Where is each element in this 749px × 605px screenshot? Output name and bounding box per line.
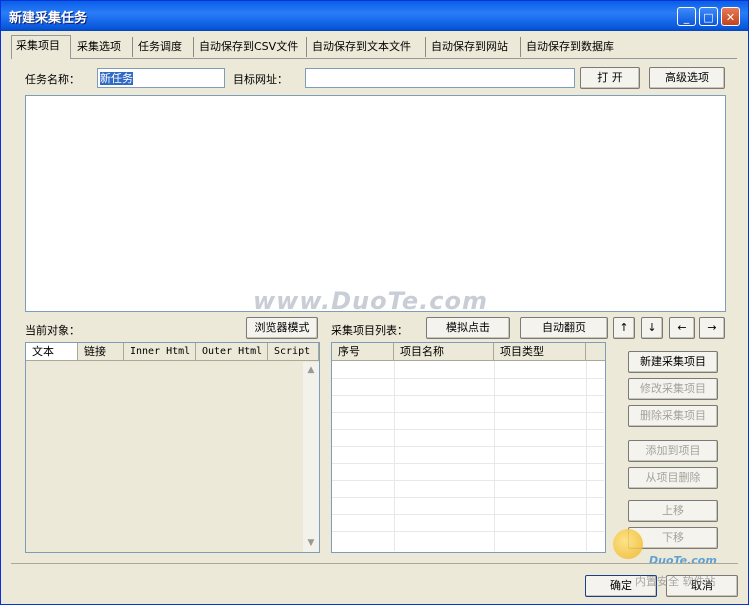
current-object-scrollbar[interactable]: ▲ ▼: [303, 362, 319, 552]
maximize-button[interactable]: □: [699, 7, 718, 26]
move-up-button[interactable]: 上移: [628, 500, 718, 522]
grid-line: [332, 514, 604, 515]
tab-divider: [11, 58, 737, 59]
column-header-script[interactable]: Script: [268, 343, 319, 361]
new-collect-item-button[interactable]: 新建采集项目: [628, 351, 718, 373]
simulate-click-button[interactable]: 模拟点击: [426, 317, 510, 339]
arrow-down-icon: ↓: [647, 321, 657, 334]
current-object-label: 当前对象：: [25, 324, 80, 337]
target-url-label: 目标网址：: [233, 73, 288, 86]
tab-save-website[interactable]: 自动保存到网站: [427, 37, 521, 57]
grid-line: [332, 497, 604, 498]
watermark-logo-text: DuoTe.com: [649, 554, 717, 567]
column-header-inner-html[interactable]: Inner Html: [124, 343, 196, 361]
grid-line: [332, 378, 604, 379]
grid-line: [332, 480, 604, 481]
tab-collect-options[interactable]: 采集选项: [73, 37, 133, 57]
column-header-text[interactable]: 文本: [26, 343, 78, 361]
grid-line: [332, 531, 604, 532]
dialog-window: 新建采集任务 _ □ ✕ 采集项目 采集选项 任务调度 自动保存到CSV文件 自…: [0, 0, 749, 605]
tab-save-database[interactable]: 自动保存到数据库: [522, 37, 630, 57]
grid-line: [332, 412, 604, 413]
window-title: 新建采集任务: [9, 11, 88, 26]
open-button[interactable]: 打 开: [580, 67, 640, 89]
arrow-left-icon: ←: [677, 321, 687, 334]
move-right-arrow-button[interactable]: →: [699, 317, 725, 339]
watermark-text: www.DuoTe.com: [253, 287, 488, 315]
remove-from-item-button[interactable]: 从项目删除: [628, 467, 718, 489]
delete-collect-item-button[interactable]: 删除采集项目: [628, 405, 718, 427]
task-name-input[interactable]: 新任务: [97, 68, 225, 88]
grid-line: [394, 361, 395, 551]
scroll-up-icon[interactable]: ▲: [304, 365, 318, 375]
target-url-input[interactable]: [305, 68, 575, 88]
advanced-options-button[interactable]: 高级选项: [649, 67, 725, 89]
minimize-icon: _: [683, 11, 690, 24]
arrow-right-icon: →: [707, 321, 717, 334]
grid-line: [586, 361, 587, 551]
column-header-item-type[interactable]: 项目类型: [494, 343, 586, 361]
move-down-arrow-button[interactable]: ↓: [641, 317, 663, 339]
scroll-down-icon[interactable]: ▼: [304, 538, 318, 548]
collect-item-list[interactable]: 序号 项目名称 项目类型: [331, 342, 606, 553]
watermark-slogan: 内置安全 软件站: [635, 575, 716, 588]
column-header-link[interactable]: 链接: [78, 343, 124, 361]
column-header-index[interactable]: 序号: [332, 343, 394, 361]
grid-line: [332, 446, 604, 447]
grid-line: [332, 395, 604, 396]
collect-list-label: 采集项目列表：: [331, 324, 408, 337]
tab-task-schedule[interactable]: 任务调度: [134, 37, 194, 57]
grid-line: [332, 463, 604, 464]
grid-line: [332, 429, 604, 430]
column-header-outer-html[interactable]: Outer Html: [196, 343, 268, 361]
browser-view[interactable]: [25, 95, 726, 312]
close-icon: ✕: [725, 11, 736, 24]
arrow-up-icon: ↑: [619, 321, 629, 334]
grid-line: [494, 361, 495, 551]
title-bar[interactable]: 新建采集任务 _ □ ✕: [1, 1, 748, 31]
minimize-button[interactable]: _: [677, 7, 696, 26]
add-to-item-button[interactable]: 添加到项目: [628, 440, 718, 462]
close-button[interactable]: ✕: [721, 7, 740, 26]
column-header-item-name[interactable]: 项目名称: [394, 343, 494, 361]
auto-page-button[interactable]: 自动翻页: [520, 317, 608, 339]
move-left-arrow-button[interactable]: ←: [669, 317, 695, 339]
current-object-list[interactable]: 文本 链接 Inner Html Outer Html Script ▲ ▼: [25, 342, 320, 553]
edit-collect-item-button[interactable]: 修改采集项目: [628, 378, 718, 400]
footer-divider: [11, 563, 738, 564]
task-name-label: 任务名称：: [25, 73, 80, 86]
tab-save-text[interactable]: 自动保存到文本文件: [308, 37, 426, 57]
maximize-icon: □: [703, 11, 714, 24]
duote-logo-icon: [613, 529, 643, 559]
move-up-arrow-button[interactable]: ↑: [613, 317, 635, 339]
browser-mode-button[interactable]: 浏览器模式: [246, 317, 318, 339]
column-header-filler: [586, 343, 605, 361]
tab-save-csv[interactable]: 自动保存到CSV文件: [195, 37, 307, 57]
task-name-value: 新任务: [100, 72, 133, 85]
tab-collect-items[interactable]: 采集项目: [11, 35, 71, 59]
